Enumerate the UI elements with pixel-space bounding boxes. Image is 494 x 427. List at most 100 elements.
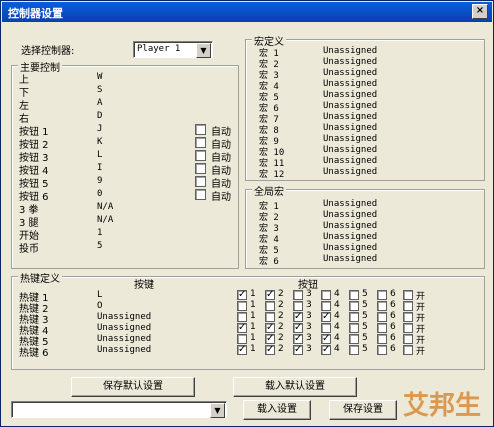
auto-checkbox[interactable] xyxy=(195,137,206,148)
main-row-key[interactable]: N/A xyxy=(97,202,113,212)
macro-value[interactable]: Unassigned xyxy=(323,145,377,155)
load-settings-button[interactable]: 载入设置 xyxy=(243,400,311,420)
hotkey-checkbox[interactable] xyxy=(377,345,387,355)
main-row-key[interactable]: 5 xyxy=(97,241,102,251)
hotkey-checkbox[interactable]: ✓ xyxy=(321,312,331,322)
load-default-button[interactable]: 载入默认设置 xyxy=(233,377,357,397)
hotkey-checkbox[interactable] xyxy=(403,301,413,311)
hotkey-key[interactable]: Unassigned xyxy=(97,312,151,322)
hotkey-checkbox[interactable]: ✓ xyxy=(237,323,247,333)
hotkey-checkbox[interactable]: ✓ xyxy=(293,334,303,344)
main-row-key[interactable]: I xyxy=(97,163,102,173)
macro-value[interactable]: Unassigned xyxy=(323,123,377,133)
window-title: 控制器设置 xyxy=(8,7,63,20)
hotkey-checkbox[interactable] xyxy=(349,301,359,311)
global-macro-value[interactable]: Unassigned xyxy=(323,232,377,242)
hotkey-checkbox[interactable] xyxy=(403,345,413,355)
macro-value[interactable]: Unassigned xyxy=(323,90,377,100)
chevron-down-icon[interactable]: ▼ xyxy=(210,403,225,418)
main-row-key[interactable]: 0 xyxy=(97,189,102,199)
save-settings-button[interactable]: 保存设置 xyxy=(329,400,397,420)
hotkey-checkbox[interactable]: ✓ xyxy=(321,334,331,344)
hotkey-checkbox[interactable] xyxy=(377,312,387,322)
hotkey-checkbox[interactable] xyxy=(377,334,387,344)
hotkey-key[interactable]: O xyxy=(97,301,102,311)
hotkey-checkbox[interactable] xyxy=(321,301,331,311)
hotkey-checkbox[interactable]: ✓ xyxy=(265,345,275,355)
hotkey-key[interactable]: L xyxy=(97,290,102,300)
hotkey-checkbox[interactable] xyxy=(265,312,275,322)
global-macro-value[interactable]: Unassigned xyxy=(323,210,377,220)
hotkey-checkbox[interactable]: ✓ xyxy=(293,323,303,333)
main-row-key[interactable]: W xyxy=(97,72,102,82)
auto-checkbox[interactable] xyxy=(195,150,206,161)
hotkey-checkbox[interactable] xyxy=(321,290,331,300)
auto-checkbox[interactable] xyxy=(195,176,206,187)
save-default-button[interactable]: 保存默认设置 xyxy=(71,377,195,397)
main-row-key[interactable]: A xyxy=(97,98,102,108)
hotkey-checkbox[interactable] xyxy=(237,301,247,311)
main-row-key[interactable]: L xyxy=(97,150,102,160)
hotkey-checkbox[interactable] xyxy=(237,312,247,322)
hotkey-checkbox[interactable] xyxy=(403,312,413,322)
main-row-key[interactable]: J xyxy=(97,124,102,134)
hotkey-checkbox[interactable]: ✓ xyxy=(265,290,275,300)
global-macro-value[interactable]: Unassigned xyxy=(323,199,377,209)
hotkey-checkbox[interactable] xyxy=(377,301,387,311)
macro-value[interactable]: Unassigned xyxy=(323,46,377,56)
chevron-down-icon[interactable]: ▼ xyxy=(196,43,211,58)
main-row-key[interactable]: 1 xyxy=(97,228,102,238)
hotkey-checkbox[interactable] xyxy=(349,334,359,344)
hotkey-checkbox[interactable]: ✓ xyxy=(265,334,275,344)
macro-value[interactable]: Unassigned xyxy=(323,68,377,78)
macro-value[interactable]: Unassigned xyxy=(323,134,377,144)
hotkey-checkbox[interactable]: ✓ xyxy=(237,290,247,300)
hotkey-checkbox[interactable] xyxy=(403,290,413,300)
macro-value[interactable]: Unassigned xyxy=(323,101,377,111)
hotkey-checkbox[interactable] xyxy=(321,323,331,333)
hotkey-checkbox[interactable] xyxy=(377,323,387,333)
macro-value[interactable]: Unassigned xyxy=(323,79,377,89)
hotkey-checkbox[interactable] xyxy=(349,290,359,300)
hotkey-button-label: 1 xyxy=(250,311,256,321)
hotkey-checkbox[interactable]: ✓ xyxy=(265,323,275,333)
hotkey-checkbox[interactable] xyxy=(403,323,413,333)
global-macro-value[interactable]: Unassigned xyxy=(323,254,377,264)
hotkey-key[interactable]: Unassigned xyxy=(97,334,151,344)
main-row-key[interactable]: 9 xyxy=(97,176,102,186)
hotkey-checkbox[interactable] xyxy=(377,290,387,300)
close-button[interactable]: × xyxy=(472,4,488,19)
hotkey-checkbox[interactable]: ✓ xyxy=(293,345,303,355)
global-macro-value[interactable]: Unassigned xyxy=(323,221,377,231)
hotkey-key[interactable]: Unassigned xyxy=(97,345,151,355)
hotkey-checkbox[interactable]: ✓ xyxy=(293,312,303,322)
selector-label: 选择控制器: xyxy=(21,46,75,57)
macro-value[interactable]: Unassigned xyxy=(323,112,377,122)
hotkey-checkbox[interactable]: ✓ xyxy=(321,345,331,355)
hotkey-checkbox[interactable] xyxy=(403,334,413,344)
global-macro-value[interactable]: Unassigned xyxy=(323,243,377,253)
profile-select[interactable]: ▼ xyxy=(11,401,227,418)
main-row-key[interactable]: S xyxy=(97,85,102,95)
main-row-key[interactable]: N/A xyxy=(97,215,113,225)
main-row-key[interactable]: K xyxy=(97,137,102,147)
hotkey-checkbox[interactable] xyxy=(237,334,247,344)
macro-value[interactable]: Unassigned xyxy=(323,167,377,177)
hotkey-checkbox[interactable] xyxy=(349,323,359,333)
hotkey-button-label: 2 xyxy=(278,289,284,299)
hotkey-checkbox[interactable] xyxy=(349,312,359,322)
hotkey-checkbox[interactable] xyxy=(265,301,275,311)
auto-checkbox[interactable] xyxy=(195,189,206,200)
auto-checkbox[interactable] xyxy=(195,124,206,135)
hotkey-key[interactable]: Unassigned xyxy=(97,323,151,333)
hotkey-checkbox[interactable] xyxy=(293,301,303,311)
hotkey-checkbox[interactable] xyxy=(349,345,359,355)
hotkey-checkbox[interactable] xyxy=(293,290,303,300)
macro-value[interactable]: Unassigned xyxy=(323,156,377,166)
auto-checkbox[interactable] xyxy=(195,163,206,174)
auto-label: 自动 xyxy=(211,192,231,203)
macro-value[interactable]: Unassigned xyxy=(323,57,377,67)
main-row-key[interactable]: D xyxy=(97,111,102,121)
hotkey-checkbox[interactable]: ✓ xyxy=(237,345,247,355)
controller-select[interactable]: Player 1 ▼ xyxy=(133,41,213,58)
